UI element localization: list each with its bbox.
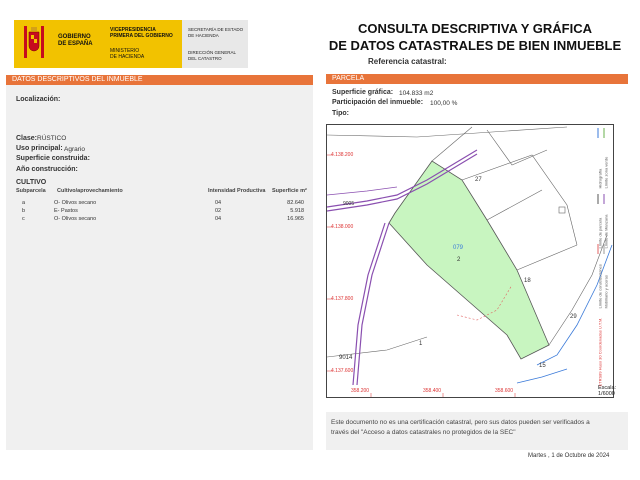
row-sub: c bbox=[22, 216, 25, 222]
x-tick-label: 358.200 bbox=[351, 388, 370, 394]
anio-construccion-label: Año construcción: bbox=[16, 166, 78, 173]
parcela-header: PARCELA bbox=[326, 74, 628, 84]
vicepresidencia-text: VICEPRESIDENCIA PRIMERA DEL GOBIERNO bbox=[110, 27, 173, 39]
page-title: CONSULTA DESCRIPTIVA Y GRÁFICA DE DATOS … bbox=[328, 21, 622, 53]
legend-parcela: Límite de parcela bbox=[597, 217, 603, 249]
cultivo-title: CULTIVO bbox=[16, 179, 47, 186]
cadastral-map[interactable]: 4.138.200 4.138.000 4.137.800 4.137.600 … bbox=[326, 124, 614, 398]
scale-value: 1/6000 bbox=[598, 391, 615, 397]
referencia-catastral-label: Referencia catastral: bbox=[368, 57, 447, 66]
row-superficie: 82.640 bbox=[287, 200, 304, 206]
localizacion-label: Localización: bbox=[16, 96, 61, 103]
parcel-number: 9005 bbox=[343, 201, 355, 207]
parcel-number: 27 bbox=[475, 177, 482, 183]
clase-label: Clase: bbox=[16, 135, 38, 142]
row-superficie: 5.918 bbox=[290, 208, 304, 214]
superficie-construida-label: Superficie construida: bbox=[16, 155, 90, 162]
row-cultivo: O- Olivos secano bbox=[54, 200, 97, 206]
participacion-label: Participación del inmueble: bbox=[332, 99, 424, 106]
legend-hidrografia: Hidrografía bbox=[597, 168, 603, 189]
ministerio-text: MINISTERIO DE HACIENDA bbox=[110, 48, 145, 60]
secretaria-block: SECRETARÍA DE ESTADO DE HACIENDA DIRECCI… bbox=[182, 20, 248, 68]
row-intensidad: 04 bbox=[215, 200, 222, 206]
map-scale: Escala: 1/6000 bbox=[598, 385, 616, 397]
superficie-grafica-label: Superficie gráfica: bbox=[332, 89, 394, 96]
col-subparcela: Subparcela bbox=[16, 188, 46, 194]
row-superficie: 16.965 bbox=[287, 216, 304, 222]
y-tick-label: 4.137.600 bbox=[331, 368, 354, 374]
y-tick-label: 4.137.800 bbox=[331, 296, 354, 302]
row-sub: a bbox=[22, 200, 26, 206]
uso-principal-label: Uso principal: bbox=[16, 145, 63, 152]
superficie-grafica-value: 104.833 m2 bbox=[399, 90, 434, 97]
gobierno-logo-block: GOBIERNO DE ESPAÑA VICEPRESIDENCIA PRIME… bbox=[14, 20, 182, 68]
map-svg bbox=[327, 126, 613, 397]
direccion-general-text: DIRECCIÓN GENERAL DEL CATASTRO bbox=[188, 50, 237, 61]
row-sub: b bbox=[22, 208, 26, 214]
row-intensidad: 04 bbox=[215, 216, 222, 222]
parcel-number: 1 bbox=[419, 341, 423, 347]
notice-line-2: través del "Acceso a datos catastrales n… bbox=[331, 429, 516, 436]
parcel-number: 079 bbox=[453, 245, 464, 251]
coat-of-arms-icon bbox=[24, 26, 44, 58]
document-date: Martes , 1 de Octubre de 2024 bbox=[528, 453, 610, 459]
parcel-number: 29 bbox=[570, 314, 577, 320]
legend-mobiliario: Mobiliario y aceras bbox=[603, 275, 609, 309]
legend-zona-verde: Límite zona verde bbox=[603, 156, 609, 189]
row-cultivo: E- Pastos bbox=[54, 208, 78, 214]
uso-principal-value: Agrario bbox=[64, 146, 85, 153]
col-intensidad: Intensidad Productiva bbox=[208, 188, 266, 194]
x-tick-label: 358.600 bbox=[495, 388, 514, 394]
secretaria-text: SECRETARÍA DE ESTADO DE HACIENDA bbox=[188, 27, 244, 38]
parcel-number: 15 bbox=[539, 363, 546, 369]
parcel-number: 9014 bbox=[339, 355, 353, 361]
datos-descriptivos-header: DATOS DESCRIPTIVOS DEL INMUEBLE bbox=[6, 75, 313, 85]
tipo-label: Tipo: bbox=[332, 110, 349, 117]
col-superficie: Superficie m² bbox=[272, 188, 307, 194]
coords-note: ETRS89 Huso 30 Coordenadas U.T.M. bbox=[597, 317, 603, 387]
disclaimer-notice: Este documento no es una certificación c… bbox=[326, 412, 628, 450]
y-tick-label: 4.138.000 bbox=[331, 224, 354, 230]
clase-value: RÚSTICO bbox=[37, 135, 67, 142]
row-intensidad: 02 bbox=[215, 208, 222, 214]
map-legend: Hidrografía Límite zona verde Límite de … bbox=[590, 124, 614, 387]
y-tick-label: 4.138.200 bbox=[331, 152, 354, 158]
gobierno-text: GOBIERNO DE ESPAÑA bbox=[58, 34, 93, 47]
x-tick-label: 358.400 bbox=[423, 388, 442, 394]
col-cultivo: Cultivo/aprovechamiento bbox=[57, 188, 123, 194]
participacion-value: 100,00 % bbox=[430, 100, 458, 107]
notice-line-1: Este documento no es una certificación c… bbox=[331, 419, 590, 426]
legend-manzana: Límite de Manzana bbox=[603, 214, 609, 249]
parcel-number: 18 bbox=[524, 278, 531, 284]
parcel-number: 2 bbox=[457, 257, 461, 263]
row-cultivo: O- Olivos secano bbox=[54, 216, 97, 222]
